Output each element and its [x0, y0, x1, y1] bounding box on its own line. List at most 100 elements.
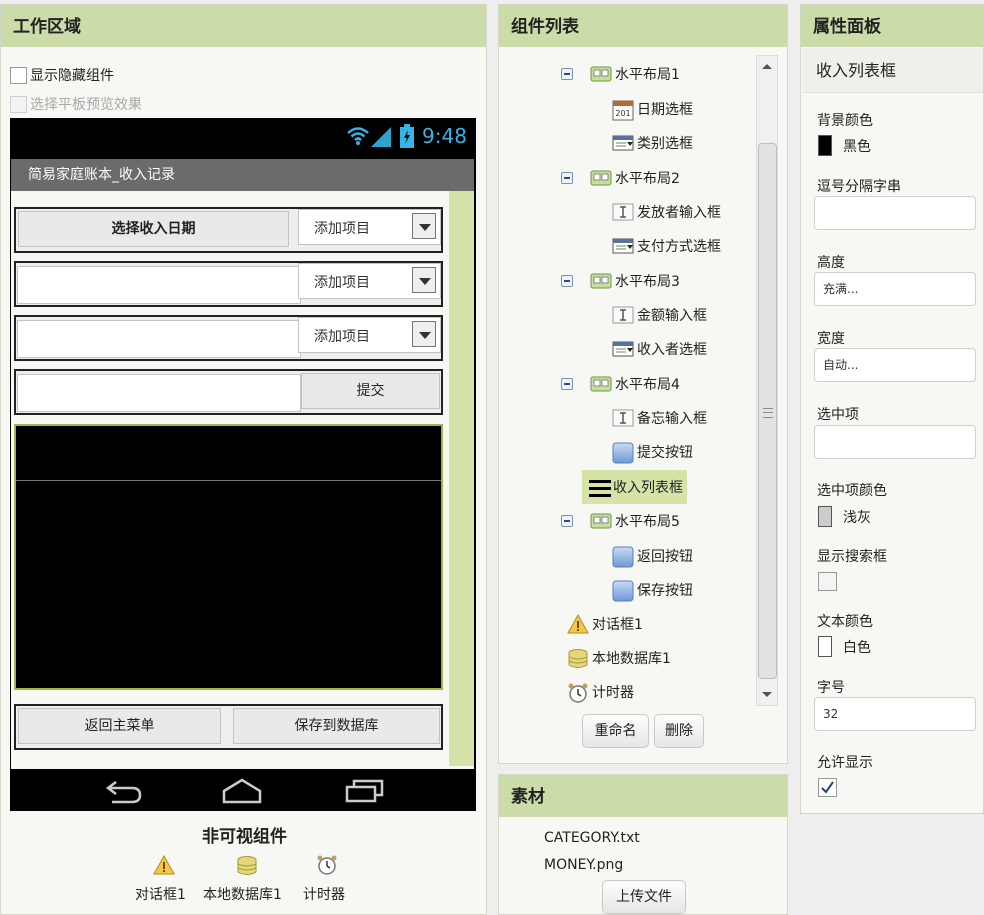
horizontal-layout-1[interactable]: 选择收入日期 添加项目 — [14, 207, 443, 253]
back-to-menu-button[interactable]: 返回主菜单 — [18, 708, 221, 744]
horizontal-layout-5[interactable]: 返回主菜单 保存到数据库 — [14, 704, 443, 750]
show-hidden-toggle[interactable]: 显示隐藏组件 — [10, 65, 114, 85]
tree-item-amount-input[interactable]: 金额输入框 — [612, 303, 707, 327]
tree-item-label: 对话框1 — [592, 617, 643, 633]
tree-item-back-button[interactable]: 返回按钮 — [612, 544, 693, 568]
tree-item-label: 保存按钮 — [637, 583, 693, 599]
button-icon — [612, 442, 634, 464]
nonvisible-clock-label: 计时器 — [303, 887, 345, 903]
bg-color-swatch[interactable] — [818, 135, 832, 156]
tree-item-clock[interactable]: 计时器 — [567, 680, 634, 704]
asset-file[interactable]: CATEGORY.txt — [544, 830, 640, 846]
scroll-down-icon[interactable] — [762, 692, 772, 697]
bg-color-value[interactable]: 黑色 — [843, 136, 871, 156]
dropdown-arrow-icon[interactable] — [412, 267, 436, 293]
assets-header: 素材 — [499, 775, 787, 817]
app-title-bar: 简易家庭账本_收入记录 — [11, 159, 474, 191]
tree-item-tinydb[interactable]: 本地数据库1 — [567, 646, 671, 670]
selection-color-value[interactable]: 浅灰 — [843, 507, 871, 527]
show-filter-checkbox[interactable] — [818, 572, 837, 591]
tree-item-label: 收入者选框 — [637, 342, 707, 358]
tree-item-label: 收入列表框 — [613, 480, 683, 496]
horizontal-layout-2[interactable]: 添加项目 — [14, 261, 443, 307]
collapse-icon[interactable] — [561, 68, 573, 80]
tree-item-income-listview[interactable]: 收入列表框 — [582, 470, 687, 504]
scrollbar-thumb[interactable] — [758, 143, 777, 679]
horizontal-layout-3[interactable]: 添加项目 — [14, 315, 443, 361]
selection-color-label: 选中项颜色 — [817, 483, 887, 499]
memo-input[interactable] — [17, 374, 301, 412]
tree-item-hlayout3[interactable]: 水平布局3 — [590, 269, 680, 293]
selection-label: 选中项 — [817, 407, 859, 423]
upload-file-button[interactable]: 上传文件 — [602, 880, 686, 914]
selection-color-swatch[interactable] — [818, 506, 832, 527]
collapse-icon[interactable] — [561, 275, 573, 287]
submit-button[interactable]: 提交 — [301, 373, 440, 409]
tree-scrollbar[interactable] — [756, 55, 778, 706]
home-nav-icon[interactable] — [221, 778, 263, 804]
database-icon — [237, 856, 257, 875]
check-icon — [821, 781, 834, 794]
payer-input[interactable] — [17, 266, 301, 304]
tree-item-label: 水平布局2 — [615, 171, 680, 187]
tree-item-hlayout4[interactable]: 水平布局4 — [590, 372, 680, 396]
clock-icon — [317, 855, 337, 875]
dropdown-arrow-icon[interactable] — [412, 321, 436, 347]
text-color-swatch[interactable] — [818, 636, 832, 657]
selection-input[interactable] — [814, 425, 976, 459]
asset-file[interactable]: MONEY.png — [544, 857, 623, 873]
height-input[interactable]: 充满... — [814, 272, 976, 306]
dropdown-arrow-icon[interactable] — [412, 213, 436, 239]
tree-item-save-button[interactable]: 保存按钮 — [612, 578, 693, 602]
tree-item-payment-spinner[interactable]: 支付方式选框 — [612, 234, 721, 258]
list-divider — [16, 480, 441, 481]
grip-icon — [763, 408, 773, 418]
recent-apps-nav-icon[interactable] — [344, 778, 386, 804]
select-date-button[interactable]: 选择收入日期 — [18, 211, 289, 247]
collapse-icon[interactable] — [561, 172, 573, 184]
collapse-icon[interactable] — [561, 515, 573, 527]
workspace-panel: 工作区域 显示隐藏组件 选择平板预览效果 9:48 简易家庭账本_收入记录 选择… — [0, 4, 487, 915]
tree-item-dialog[interactable]: 对话框1 — [567, 612, 643, 636]
tree-item-memo-input[interactable]: 备忘输入框 — [612, 406, 707, 430]
back-nav-icon[interactable] — [102, 780, 142, 804]
tree-item-receiver-spinner[interactable]: 收入者选框 — [612, 337, 707, 361]
horizontal-layout-4[interactable]: 提交 — [14, 369, 443, 415]
tree-item-date-picker[interactable]: 201 日期选框 — [612, 97, 693, 121]
tree-item-hlayout2[interactable]: 水平布局2 — [590, 166, 680, 190]
tree-item-category-spinner[interactable]: 类别选框 — [612, 131, 693, 155]
width-input[interactable]: 自动... — [814, 348, 976, 382]
tree-item-payer-input[interactable]: 发放者输入框 — [612, 200, 721, 224]
income-list-view[interactable] — [14, 424, 443, 690]
show-filter-label: 显示搜索框 — [817, 549, 887, 565]
font-size-input[interactable]: 32 — [814, 697, 976, 731]
payment-method-spinner[interactable]: 添加项目 — [298, 263, 441, 299]
collapse-icon[interactable] — [561, 378, 573, 390]
amount-input[interactable] — [17, 320, 301, 358]
tablet-preview-label: 选择平板预览效果 — [30, 97, 142, 113]
separator-input[interactable] — [814, 196, 976, 230]
tree-item-label: 支付方式选框 — [637, 239, 721, 255]
tree-item-hlayout1[interactable]: 水平布局1 — [590, 62, 680, 86]
category-spinner[interactable]: 添加项目 — [298, 209, 441, 245]
tree-item-label: 水平布局1 — [615, 67, 680, 83]
spinner-icon — [612, 236, 634, 256]
scroll-up-icon[interactable] — [762, 64, 772, 69]
receiver-spinner-label: 添加项目 — [314, 329, 370, 345]
receiver-spinner[interactable]: 添加项目 — [298, 317, 441, 353]
phone-screen: 选择收入日期 添加项目 添加项目 添加项目 提交 返回主菜单 保存到数据库 — [11, 191, 474, 769]
rename-button[interactable]: 重命名 — [582, 714, 649, 748]
save-to-db-button[interactable]: 保存到数据库 — [233, 708, 440, 744]
clock-icon — [567, 682, 589, 703]
tree-item-label: 备忘输入框 — [637, 411, 707, 427]
visible-checkbox[interactable] — [818, 778, 837, 797]
battery-icon — [400, 124, 414, 148]
tree-item-submit-button[interactable]: 提交按钮 — [612, 440, 693, 464]
show-hidden-checkbox[interactable] — [10, 66, 27, 84]
status-time: 9:48 — [422, 124, 467, 148]
tree-item-label: 水平布局5 — [615, 514, 680, 530]
delete-button[interactable]: 删除 — [654, 714, 704, 748]
signal-icon — [371, 127, 391, 147]
text-color-value[interactable]: 白色 — [843, 637, 871, 657]
tree-item-hlayout5[interactable]: 水平布局5 — [590, 509, 680, 533]
